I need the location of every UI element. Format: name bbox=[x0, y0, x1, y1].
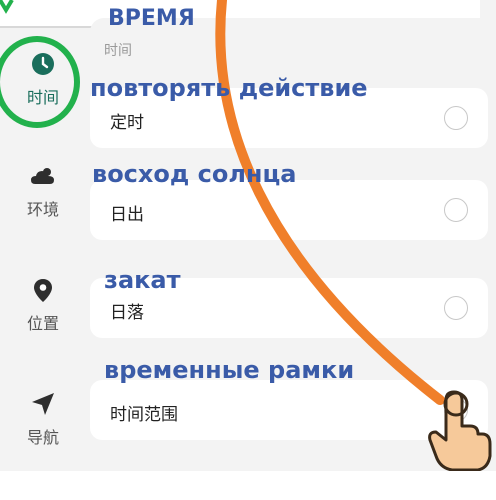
tap-hand-icon bbox=[428, 390, 492, 471]
app-frame: 时间 环境 位置 导航 时间 定时 日出 日落 时间范围 ВРЕМЯ повто… bbox=[0, 0, 496, 471]
